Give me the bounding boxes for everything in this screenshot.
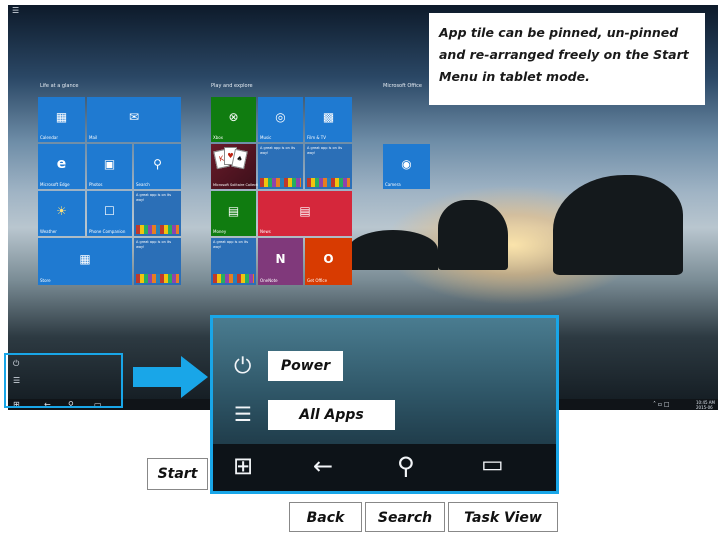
sun-icon: ☀	[56, 204, 67, 219]
tile-promo[interactable]: A great app is on its way!	[134, 238, 181, 285]
office-icon: O	[323, 252, 334, 267]
tile-music[interactable]: ◎ Music	[258, 97, 303, 142]
app-mosaic	[136, 274, 179, 283]
tile-onenote[interactable]: N OneNote	[258, 238, 303, 285]
hamburger-icon[interactable]: ☰	[12, 7, 19, 15]
tile-solitaire[interactable]: K ♥ ♠ Microsoft Solitaire Collection	[211, 144, 263, 189]
tile-get-office[interactable]: O Get Office	[305, 238, 352, 285]
camera-icon: ◉	[401, 157, 412, 172]
music-icon: ◎	[275, 110, 286, 125]
rock-formation	[553, 175, 683, 275]
calendar-icon: ▦	[55, 110, 68, 125]
all-apps-icon[interactable]: ☰	[234, 402, 252, 426]
store-icon: ▦	[79, 252, 91, 267]
tile-promo[interactable]: A great app is on its way!	[211, 238, 256, 285]
zoomed-start-controls: ⏻ Power ☰ All Apps ⊞ ← ⚲ ▭	[210, 315, 559, 494]
section-life-at-a-glance: Life at a glance	[40, 83, 79, 89]
search-icon: ⚲	[153, 157, 162, 172]
mail-icon: ✉	[128, 110, 140, 125]
tile-store[interactable]: ▦ Store	[38, 238, 132, 285]
app-mosaic	[213, 274, 254, 283]
film-icon: ▩	[322, 110, 335, 125]
tile-phone-companion[interactable]: ☐ Phone Companion	[87, 191, 132, 236]
section-play-and-explore: Play and explore	[211, 83, 253, 89]
edge-icon: e	[56, 156, 67, 173]
tile-promo[interactable]: A great app is on its way!	[258, 144, 303, 189]
all-apps-label: All Apps	[268, 400, 395, 430]
task-view-icon[interactable]: ▭	[481, 450, 504, 478]
onenote-icon: N	[275, 252, 286, 267]
tile-news[interactable]: ▤ News	[258, 191, 352, 236]
start-label: Start	[147, 458, 208, 490]
xbox-icon: ⊗	[228, 110, 239, 125]
photos-icon: ▣	[103, 157, 116, 172]
section-microsoft-office: Microsoft Office	[383, 83, 422, 89]
phone-icon: ☐	[104, 204, 115, 219]
tray-icons[interactable]: ˄ ▫ □	[653, 399, 670, 410]
tile-photos[interactable]: ▣ Photos	[87, 144, 132, 189]
back-label: Back	[289, 502, 362, 532]
highlight-box	[4, 353, 123, 408]
search-label: Search	[365, 502, 445, 532]
tile-camera[interactable]: ◉ Camera	[383, 144, 430, 189]
zoomed-taskbar: ⊞ ← ⚲ ▭	[213, 444, 556, 491]
tile-film-tv[interactable]: ▩ Film & TV	[305, 97, 352, 142]
back-arrow-icon[interactable]: ←	[313, 452, 333, 480]
windows-logo-icon[interactable]: ⊞	[233, 452, 253, 480]
search-icon[interactable]: ⚲	[397, 452, 415, 480]
app-mosaic	[260, 178, 301, 187]
pointer-arrow	[133, 356, 208, 398]
tile-calendar[interactable]: ▦ Calendar	[38, 97, 85, 142]
rock-formation	[438, 200, 508, 270]
news-icon: ▤	[299, 204, 311, 219]
tile-xbox[interactable]: ⊗ Xbox	[211, 97, 256, 142]
callout-note: App tile can be pinned, un-pinned and re…	[429, 13, 705, 105]
rock-formation	[348, 230, 438, 270]
power-label: Power	[268, 351, 343, 381]
date[interactable]: 2015-06	[696, 405, 713, 410]
cards-icon: K ♥ ♠	[213, 147, 251, 170]
tile-promo[interactable]: A great app is on its way!	[134, 191, 181, 236]
power-icon[interactable]: ⏻	[234, 354, 251, 379]
app-mosaic	[136, 225, 179, 234]
chart-icon: ▤	[227, 204, 240, 219]
tile-mail[interactable]: ✉ Mail	[87, 97, 181, 142]
task-view-label: Task View	[448, 502, 558, 532]
app-mosaic	[307, 178, 350, 187]
tile-money[interactable]: ▤ Money	[211, 191, 256, 236]
tile-search[interactable]: ⚲ Search	[134, 144, 181, 189]
tile-weather[interactable]: ☀ Weather	[38, 191, 85, 236]
tile-promo[interactable]: A great app is on its way!	[305, 144, 352, 189]
tile-microsoft-edge[interactable]: e Microsoft Edge	[38, 144, 85, 189]
